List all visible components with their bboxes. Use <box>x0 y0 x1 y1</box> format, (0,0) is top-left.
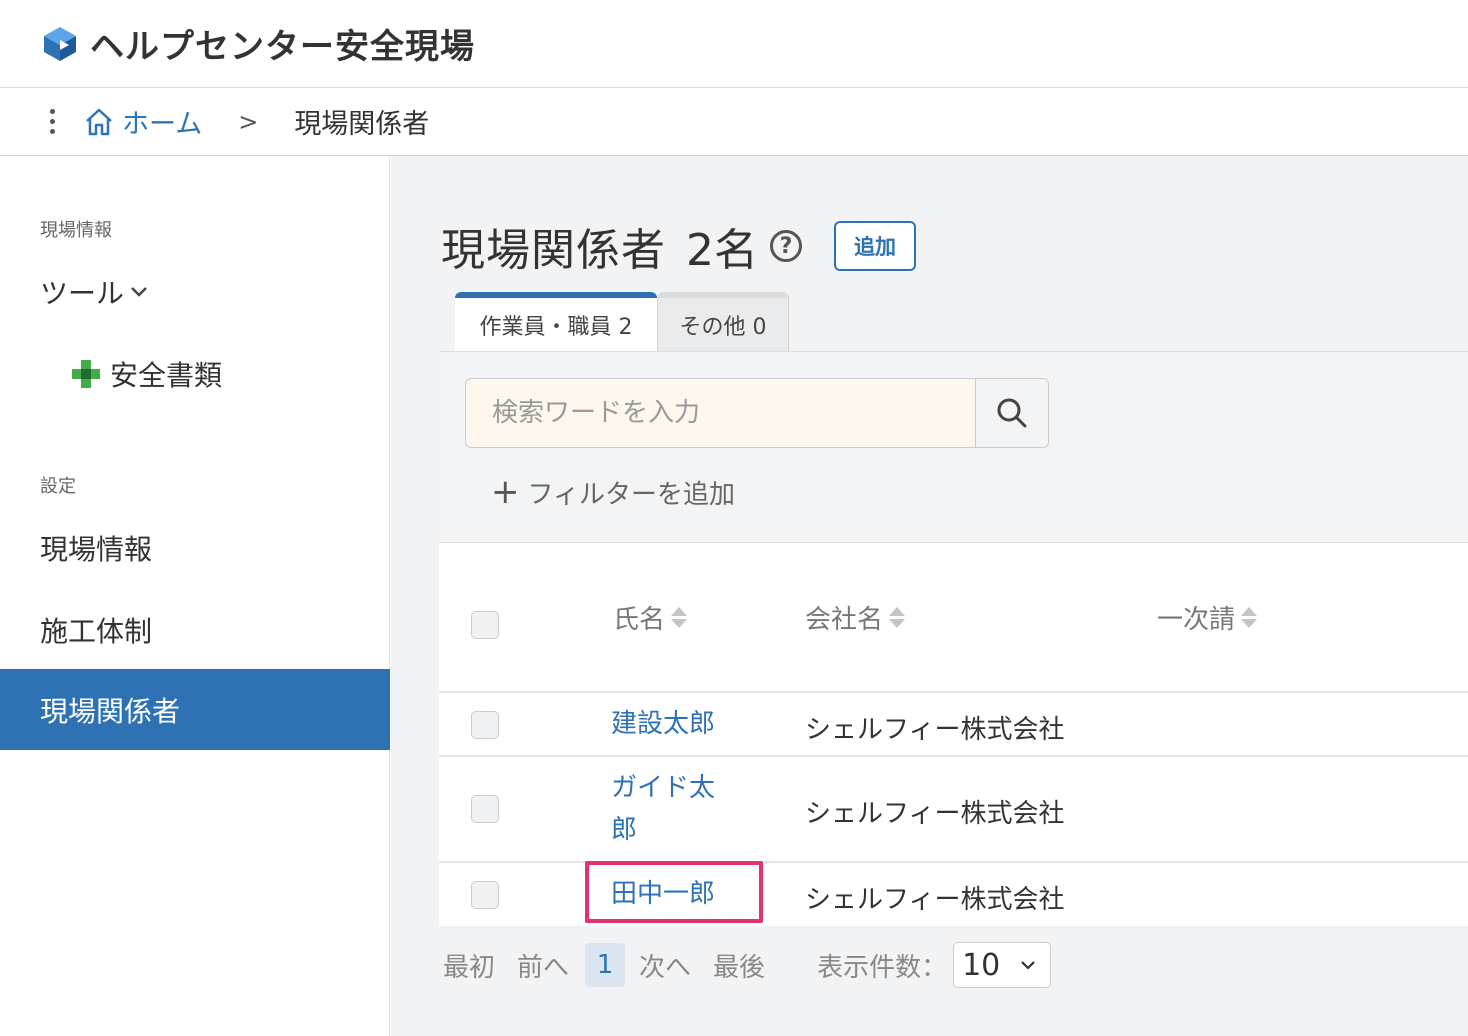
pagination: 最初 前へ 1 次へ 最後 表示件数： 10 <box>443 942 1052 988</box>
pagination-prev[interactable]: 前へ <box>517 947 569 984</box>
column-header-label: 会社名 <box>805 605 884 635</box>
search-input[interactable] <box>465 378 975 448</box>
breadcrumb-home-link[interactable]: ホーム <box>84 102 202 141</box>
member-name-link[interactable]: 建設太郎 <box>611 703 715 745</box>
chevron-down-icon <box>131 287 147 297</box>
tab-workers-staff[interactable]: 作業員・職員 2 <box>455 292 657 352</box>
page-heading: 現場関係者 2名 ? 追加 <box>441 214 916 278</box>
company-cell: シェルフィー株式会社 <box>805 799 1065 829</box>
search-button[interactable] <box>975 378 1049 448</box>
sidebar-item-construction-system[interactable]: 施工体制 <box>0 608 390 652</box>
row-checkbox[interactable] <box>471 881 499 909</box>
sidebar-item-tools[interactable]: ツール <box>0 270 390 314</box>
per-page-value: 10 <box>962 947 1001 983</box>
sidebar: 現場情報 ツール 安全書類 設定 現場情報 施工体制 現場関係者 <box>0 156 390 1036</box>
pagination-next[interactable]: 次へ <box>639 947 691 984</box>
kebab-menu-icon[interactable] <box>42 107 62 137</box>
tab-others[interactable]: その他 0 <box>657 292 789 352</box>
table-header-row: 氏名 会社名 一次請 <box>439 543 1468 693</box>
chevron-down-icon <box>1021 961 1035 970</box>
per-page-select[interactable]: 10 <box>953 942 1052 988</box>
sidebar-item-label: 現場情報 <box>40 533 153 566</box>
sidebar-item-label: 現場関係者 <box>40 694 181 728</box>
app-header: ヘルプセンター安全現場 <box>0 0 1468 88</box>
row-checkbox[interactable] <box>471 795 499 823</box>
breadcrumb-current: 現場関係者 <box>294 109 430 140</box>
page-title: 現場関係者 <box>441 225 666 276</box>
sort-icon <box>671 607 688 628</box>
add-button[interactable]: 追加 <box>834 221 916 271</box>
column-header-name[interactable]: 氏名 <box>613 599 688 636</box>
row-checkbox[interactable] <box>471 711 499 739</box>
pagination-last[interactable]: 最後 <box>713 947 765 984</box>
sidebar-item-safety-docs[interactable]: 安全書類 <box>0 352 390 396</box>
sort-icon <box>1241 607 1258 628</box>
sort-icon <box>889 607 906 628</box>
plus-icon: + <box>491 472 520 512</box>
pagination-current-page[interactable]: 1 <box>585 943 626 987</box>
breadcrumb-home-label: ホーム <box>122 109 203 140</box>
sidebar-item-label: 安全書類 <box>110 359 223 392</box>
home-icon <box>86 108 112 135</box>
highlight-box <box>585 861 763 923</box>
main-content: 現場関係者 2名 ? 追加 作業員・職員 2 その他 0 + フィルターを追加 <box>391 156 1468 1036</box>
sidebar-section-settings: 設定 <box>40 476 76 497</box>
member-count: 2名 <box>686 225 758 276</box>
chevron-right-icon: > <box>238 107 259 136</box>
member-name-link[interactable]: ガイド太郎 <box>611 767 731 851</box>
per-page-label: 表示件数： <box>817 952 948 983</box>
company-cell: シェルフィー株式会社 <box>805 885 1065 915</box>
column-header-label: 一次請 <box>1157 605 1236 635</box>
add-filter-label: フィルターを追加 <box>527 479 735 510</box>
column-header-first-tier[interactable]: 一次請 <box>1157 599 1258 636</box>
breadcrumb: ホーム > 現場関係者 <box>0 88 1468 156</box>
table-row: 田中一郎 シェルフィー株式会社 <box>439 861 1468 927</box>
members-panel: + フィルターを追加 氏名 会社名 一次請 <box>439 351 1468 926</box>
sidebar-item-site-members[interactable]: 現場関係者 <box>0 669 390 750</box>
sidebar-item-label: 施工体制 <box>40 615 153 648</box>
column-header-company[interactable]: 会社名 <box>805 599 906 636</box>
cube-logo-icon[interactable] <box>42 26 78 62</box>
green-cross-icon <box>72 360 100 388</box>
company-cell: シェルフィー株式会社 <box>805 715 1065 745</box>
add-filter-button[interactable]: + フィルターを追加 <box>491 472 735 512</box>
sidebar-item-site-info[interactable]: 現場情報 <box>0 526 390 570</box>
app-title: ヘルプセンター安全現場 <box>90 27 475 67</box>
pagination-first[interactable]: 最初 <box>443 947 495 984</box>
select-all-checkbox[interactable] <box>471 611 499 639</box>
search-icon <box>997 398 1027 428</box>
table-row: ガイド太郎 シェルフィー株式会社 <box>439 757 1468 863</box>
table-row: 建設太郎 シェルフィー株式会社 <box>439 693 1468 757</box>
sidebar-item-label: ツール <box>40 277 125 310</box>
sidebar-section-site: 現場情報 <box>40 220 112 241</box>
help-icon[interactable]: ? <box>770 230 802 262</box>
members-table: 氏名 会社名 一次請 建設太郎 シェルフィー株式会社 ガイド太郎 シェルフィー株… <box>439 542 1468 926</box>
column-header-label: 氏名 <box>613 605 666 635</box>
search-bar <box>465 378 1049 448</box>
